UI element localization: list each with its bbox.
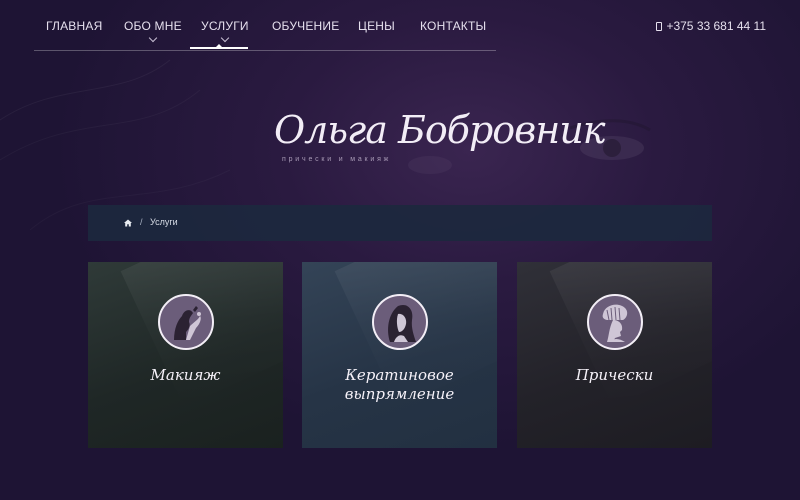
card-title-line: Кератиновое <box>345 366 454 384</box>
logo-subtitle: прически и макияж <box>282 156 392 163</box>
nav-label: ЦЕНЫ <box>358 19 395 33</box>
card-title-line: Прически <box>575 366 654 384</box>
home-icon[interactable] <box>124 219 132 227</box>
nav-label: УСЛУГИ <box>201 19 249 33</box>
service-card-keratin[interactable]: Кератиновое выпрямление <box>302 262 497 448</box>
nav-item-prices[interactable]: ЦЕНЫ <box>358 19 395 33</box>
logo-name: Ольга Бобровник <box>274 108 606 152</box>
breadcrumb-separator: / <box>140 217 143 227</box>
card-title-line: выпрямление <box>344 385 455 403</box>
nav-item-about[interactable]: ОБО МНЕ <box>124 19 182 43</box>
nav-label: ОБО МНЕ <box>124 19 182 33</box>
service-card-title: Макияж <box>88 366 283 385</box>
nav-item-services[interactable]: УСЛУГИ <box>201 19 249 43</box>
chevron-down-icon <box>148 33 158 43</box>
nav-label: ОБУЧЕНИЕ <box>272 19 340 33</box>
long-hair-woman-icon <box>371 294 428 350</box>
nav-item-home[interactable]: ГЛАВНАЯ <box>46 19 102 33</box>
nav-item-training[interactable]: ОБУЧЕНИЕ <box>272 19 339 33</box>
service-card-title: Прически <box>517 366 712 385</box>
phone-number[interactable]: +375 33 681 44 11 <box>656 19 766 33</box>
nav-label: ГЛАВНАЯ <box>46 19 103 33</box>
phone-icon <box>656 22 663 31</box>
nav-active-arrow <box>216 44 222 47</box>
card-title-line: Макияж <box>150 366 221 384</box>
breadcrumb-current: Услуги <box>150 217 178 227</box>
service-card-makeup[interactable]: Макияж <box>88 262 283 448</box>
nav-item-contacts[interactable]: КОНТАКТЫ <box>420 19 486 33</box>
nav-label: КОНТАКТЫ <box>420 19 487 33</box>
main-nav: ГЛАВНАЯ ОБО МНЕ УСЛУГИ ОБУЧЕНИЕ ЦЕНЫ КОН… <box>34 0 496 51</box>
phone-text: +375 33 681 44 11 <box>666 19 766 33</box>
hairstyle-profile-icon <box>586 294 643 350</box>
service-card-title: Кератиновое выпрямление <box>302 366 497 404</box>
breadcrumb: / Услуги <box>88 205 712 241</box>
logo[interactable]: Ольга Бобровник прически и макияж <box>274 108 606 170</box>
makeup-hand-icon <box>157 294 214 350</box>
chevron-down-icon <box>220 33 230 43</box>
service-card-hairstyles[interactable]: Прически <box>517 262 712 448</box>
nav-active-indicator <box>190 47 248 49</box>
